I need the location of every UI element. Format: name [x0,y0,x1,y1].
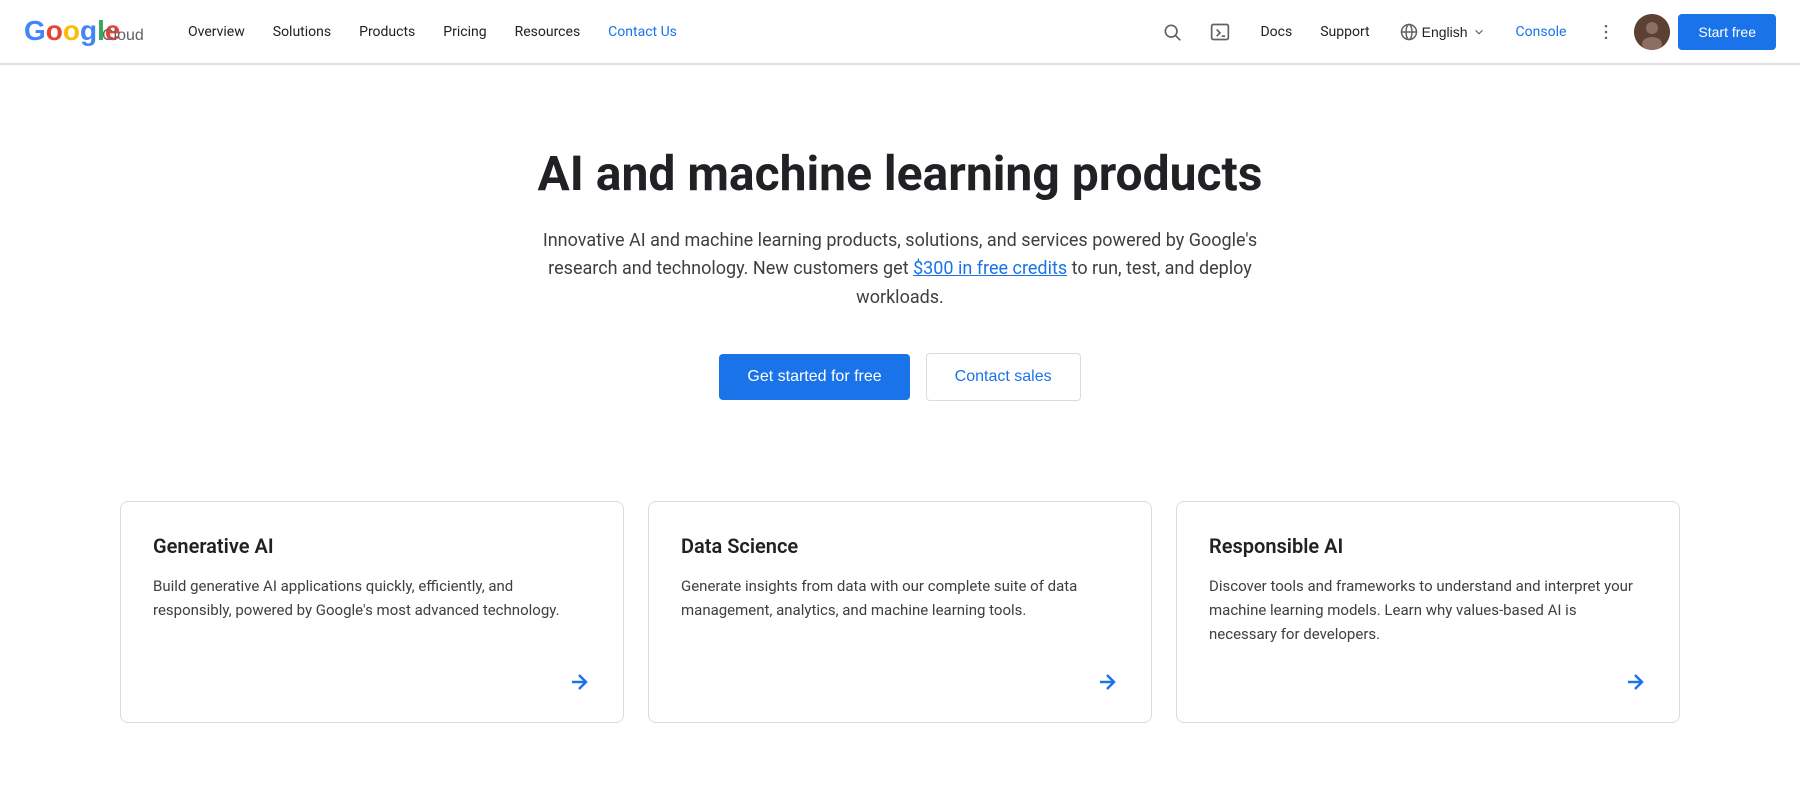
nav-overview[interactable]: Overview [176,16,257,48]
nav-docs[interactable]: Docs [1248,16,1304,48]
free-credits-link[interactable]: $300 in free credits [913,258,1067,279]
nav-products[interactable]: Products [347,16,427,48]
chevron-down-icon [1472,25,1486,39]
hero-buttons: Get started for free Contact sales [719,353,1080,401]
globe-icon [1400,23,1418,41]
console-link[interactable]: Console [1504,16,1579,48]
card-arrow-1 [681,670,1119,694]
nav-pricing[interactable]: Pricing [431,16,498,48]
svg-text:Cloud: Cloud [102,27,144,44]
hero-subtitle: Innovative AI and machine learning produ… [540,227,1260,313]
card-arrow-2 [1209,670,1647,694]
data-science-card[interactable]: Data Science Generate insights from data… [648,501,1152,723]
get-started-button[interactable]: Get started for free [719,354,909,400]
card-desc-2: Discover tools and frameworks to underst… [1209,574,1647,646]
language-selector[interactable]: English [1390,15,1496,49]
nav-right-section: Docs Support English Console [1152,12,1776,52]
search-button[interactable] [1152,12,1192,52]
responsible-ai-card[interactable]: Responsible AI Discover tools and framew… [1176,501,1680,723]
card-title-0: Generative AI [153,534,591,558]
arrow-right-icon-1 [1095,670,1119,694]
cards-grid: Generative AI Build generative AI applic… [120,501,1680,723]
more-vert-icon [1596,22,1616,42]
terminal-icon [1210,22,1230,42]
hero-section: AI and machine learning products Innovat… [450,65,1350,461]
start-free-button[interactable]: Start free [1678,14,1776,50]
nav-solutions[interactable]: Solutions [261,16,343,48]
contact-sales-button[interactable]: Contact sales [926,353,1081,401]
arrow-right-icon-0 [567,670,591,694]
user-avatar[interactable] [1634,14,1670,50]
arrow-right-icon-2 [1623,670,1647,694]
terminal-button[interactable] [1200,12,1240,52]
card-title-1: Data Science [681,534,1119,558]
generative-ai-card[interactable]: Generative AI Build generative AI applic… [120,501,624,723]
navigation: Google Cloud Overview Solutions Products… [0,0,1800,64]
nav-contact-us[interactable]: Contact Us [596,16,689,48]
cards-section: Generative AI Build generative AI applic… [0,461,1800,783]
nav-links: Overview Solutions Products Pricing Reso… [176,16,1152,48]
card-title-2: Responsible AI [1209,534,1647,558]
hero-title: AI and machine learning products [538,145,1263,203]
search-icon [1162,22,1182,42]
nav-support[interactable]: Support [1308,16,1381,48]
card-desc-1: Generate insights from data with our com… [681,574,1119,646]
card-arrow-0 [153,670,591,694]
card-desc-0: Build generative AI applications quickly… [153,574,591,646]
nav-resources[interactable]: Resources [503,16,593,48]
language-label: English [1422,24,1468,40]
more-options-button[interactable] [1586,12,1626,52]
google-cloud-logo[interactable]: Google Cloud [24,12,144,52]
docs-support-links: Docs Support [1248,16,1381,48]
